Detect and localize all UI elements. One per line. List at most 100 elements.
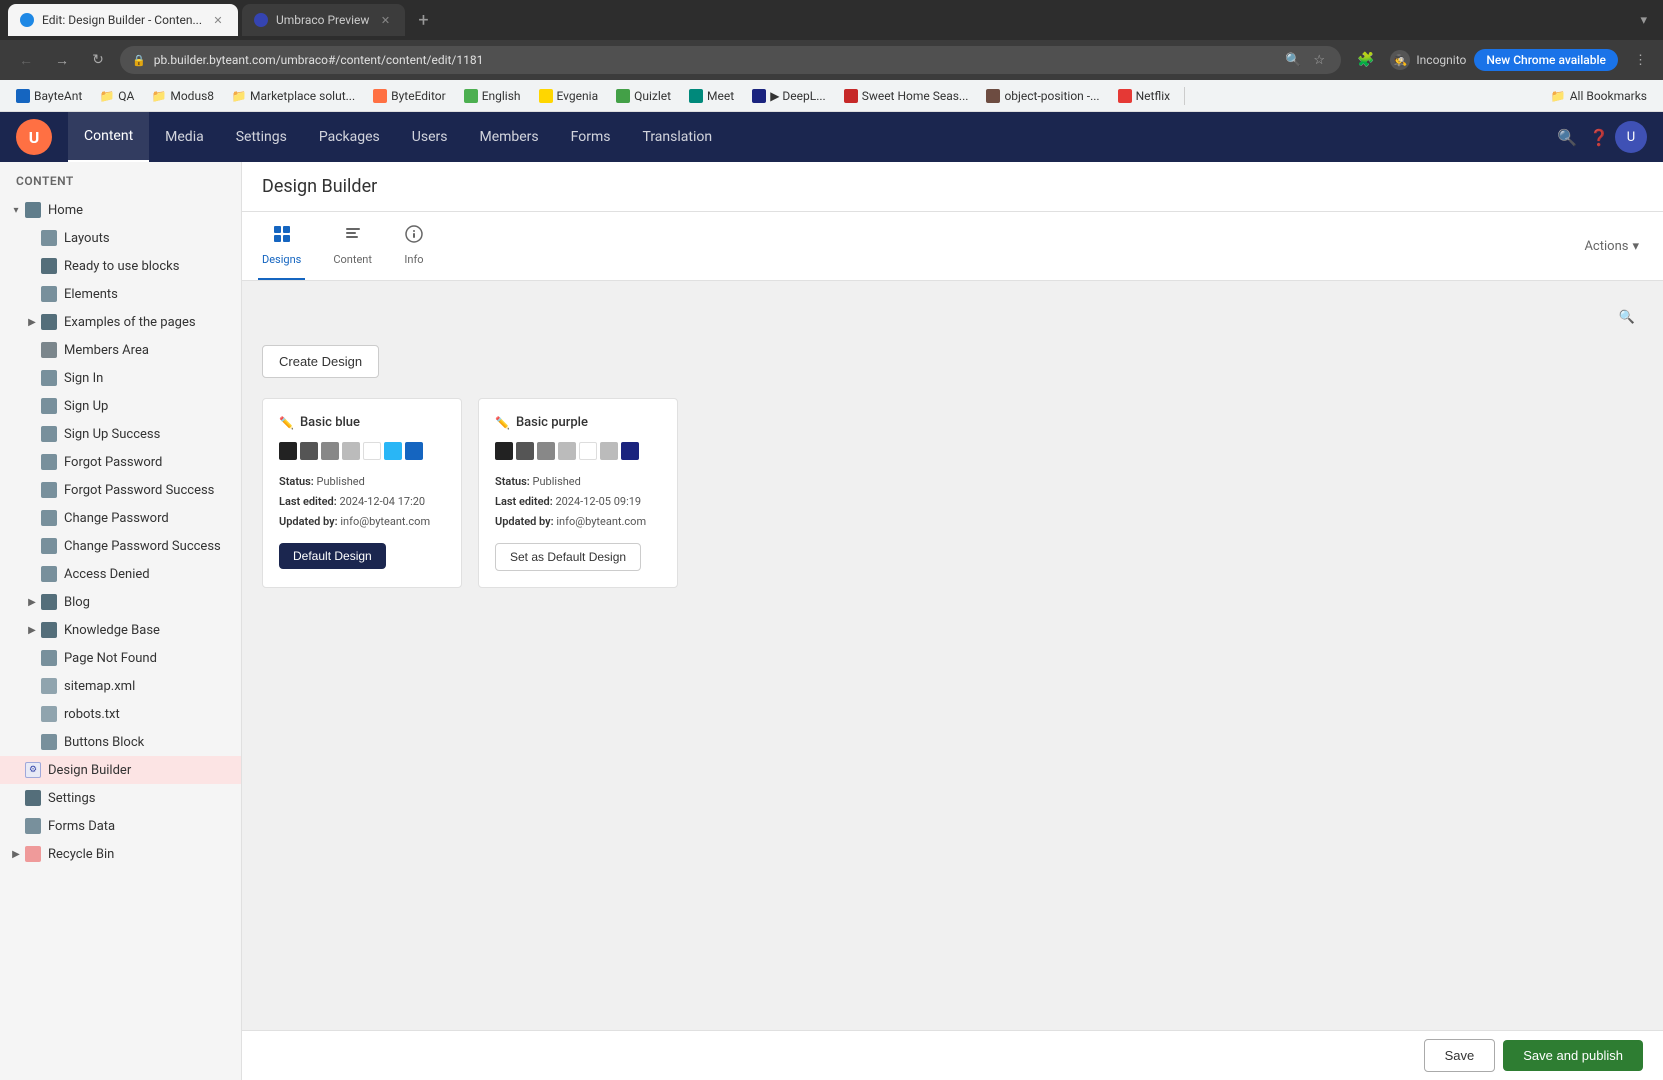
design-cards: ✏️ Basic blue S xyxy=(262,398,1643,588)
sidebar-item-signup[interactable]: Sign Up xyxy=(0,392,241,420)
nav-translation[interactable]: Translation xyxy=(626,112,728,162)
sidebar-item-settings[interactable]: Settings xyxy=(0,784,241,812)
forward-btn[interactable]: → xyxy=(48,46,76,74)
bookmark-label: Marketplace solut... xyxy=(250,89,355,103)
swatch-6 xyxy=(384,442,402,460)
new-tab-btn[interactable]: + xyxy=(409,6,437,34)
save-btn[interactable]: Save xyxy=(1424,1039,1496,1072)
nav-forms[interactable]: Forms xyxy=(555,112,627,162)
nav-media[interactable]: Media xyxy=(149,112,220,162)
refresh-btn[interactable]: ↻ xyxy=(84,46,112,74)
sidebar-label: sitemap.xml xyxy=(64,679,233,694)
bookmark-qa[interactable]: 📁 QA xyxy=(92,85,142,107)
tab-design-builder[interactable]: Edit: Design Builder - Conten... ✕ xyxy=(8,4,238,36)
bookmark-netflix[interactable]: Netflix xyxy=(1110,85,1179,107)
toggle-icon[interactable]: ▾ xyxy=(8,202,24,218)
bookmark-meet[interactable]: Meet xyxy=(681,85,742,107)
nav-content[interactable]: Content xyxy=(68,112,149,162)
new-chrome-btn[interactable]: New Chrome available xyxy=(1474,49,1618,71)
actions-btn[interactable]: Actions ▾ xyxy=(1576,235,1647,258)
bookmark-evgenia[interactable]: Evgenia xyxy=(531,85,607,107)
content-search-btn[interactable]: 🔍 xyxy=(1611,301,1643,333)
tab-close-btn[interactable]: ✕ xyxy=(210,12,226,28)
default-design-btn[interactable]: Default Design xyxy=(279,543,386,569)
sidebar-item-sitemap[interactable]: sitemap.xml xyxy=(0,672,241,700)
tab-designs[interactable]: Designs xyxy=(258,212,305,280)
sidebar-item-elements[interactable]: Elements xyxy=(0,280,241,308)
toggle-spacer xyxy=(24,734,40,750)
sidebar-item-home[interactable]: ▾ Home xyxy=(0,196,241,224)
search-icon[interactable]: 🔍 xyxy=(1551,121,1583,153)
sidebar-item-knowledge-base[interactable]: ▶ Knowledge Base xyxy=(0,616,241,644)
bookmark-label: ▶ DeepL... xyxy=(770,89,826,103)
sidebar-item-recycle-bin[interactable]: ▶ Recycle Bin xyxy=(0,840,241,868)
recycle-bin-icon xyxy=(24,845,42,863)
tab-content[interactable]: Content xyxy=(329,212,376,280)
nav-packages[interactable]: Packages xyxy=(303,112,396,162)
bookmark-bayteant[interactable]: BayteAnt xyxy=(8,85,90,107)
help-icon[interactable]: ❓ xyxy=(1583,121,1615,153)
sidebar-item-signup-success[interactable]: Sign Up Success xyxy=(0,420,241,448)
tab-info[interactable]: Info xyxy=(400,212,428,280)
sidebar-item-buttons-block[interactable]: Buttons Block xyxy=(0,728,241,756)
tab-dropdown-btn[interactable]: ▾ xyxy=(1632,9,1655,32)
sidebar-item-forms-data[interactable]: Forms Data xyxy=(0,812,241,840)
bookmark-object-position[interactable]: object-position -... xyxy=(978,85,1107,107)
create-design-btn[interactable]: Create Design xyxy=(262,345,379,378)
bookmark-deepl[interactable]: ▶ DeepL... xyxy=(744,85,834,107)
nav-users[interactable]: Users xyxy=(396,112,464,162)
set-default-design-btn[interactable]: Set as Default Design xyxy=(495,543,641,571)
tab-close-preview-btn[interactable]: ✕ xyxy=(377,12,393,28)
bookmark-marketplace[interactable]: 📁 Marketplace solut... xyxy=(224,85,363,107)
sidebar-item-blog[interactable]: ▶ Blog xyxy=(0,588,241,616)
toggle-icon[interactable]: ▶ xyxy=(24,314,40,330)
change-pw-success-icon xyxy=(40,537,58,555)
umbraco-logo[interactable]: U xyxy=(16,119,52,155)
bookmark-english[interactable]: English xyxy=(456,85,529,107)
sidebar-item-members-area[interactable]: Members Area xyxy=(0,336,241,364)
sidebar-item-examples[interactable]: ▶ Examples of the pages xyxy=(0,308,241,336)
design-card-title: ✏️ Basic blue xyxy=(279,415,445,430)
bookmark-favicon xyxy=(986,89,1000,103)
address-bar-row: ← → ↻ 🔒 pb.builder.byteant.com/umbraco#/… xyxy=(0,40,1663,80)
toggle-icon[interactable]: ▶ xyxy=(24,622,40,638)
more-options-icon[interactable]: ⋮ xyxy=(1630,51,1651,70)
sidebar-item-robots[interactable]: robots.txt xyxy=(0,700,241,728)
user-avatar[interactable]: U xyxy=(1615,121,1647,153)
sidebar-item-blocks[interactable]: Ready to use blocks xyxy=(0,252,241,280)
all-bookmarks-btn[interactable]: 📁 All Bookmarks xyxy=(1543,85,1655,107)
sidebar-item-access-denied[interactable]: Access Denied xyxy=(0,560,241,588)
swatch-5 xyxy=(363,442,381,460)
sidebar-item-forgot-password-success[interactable]: Forgot Password Success xyxy=(0,476,241,504)
address-bar[interactable]: 🔒 pb.builder.byteant.com/umbraco#/conten… xyxy=(120,46,1341,74)
tab-umbraco-preview[interactable]: Umbraco Preview ✕ xyxy=(242,4,405,36)
sidebar-item-signin[interactable]: Sign In xyxy=(0,364,241,392)
toggle-icon[interactable]: ▶ xyxy=(24,594,40,610)
sidebar-label: Change Password xyxy=(64,511,233,526)
nav-settings[interactable]: Settings xyxy=(220,112,303,162)
edit-icon: ✏️ xyxy=(279,416,294,430)
back-btn[interactable]: ← xyxy=(12,46,40,74)
bookmark-sweethome[interactable]: Sweet Home Seas... xyxy=(836,85,977,107)
bookmark-byteeditor[interactable]: ByteEditor xyxy=(365,85,454,107)
star-icon[interactable]: ☆ xyxy=(1309,51,1329,70)
examples-icon xyxy=(40,313,58,331)
sidebar-item-change-password[interactable]: Change Password xyxy=(0,504,241,532)
sidebar-item-layouts[interactable]: Layouts xyxy=(0,224,241,252)
lock-icon: 🔒 xyxy=(132,54,146,67)
nav-members[interactable]: Members xyxy=(463,112,554,162)
extensions-icon[interactable]: 🧩 xyxy=(1353,50,1378,70)
sidebar-item-page-not-found[interactable]: Page Not Found xyxy=(0,644,241,672)
search-icon[interactable]: 🔍 xyxy=(1281,51,1305,70)
bookmark-label: Meet xyxy=(707,89,734,103)
sidebar-item-design-builder[interactable]: ⚙ Design Builder xyxy=(0,756,241,784)
save-publish-btn[interactable]: Save and publish xyxy=(1503,1040,1643,1071)
toggle-icon[interactable]: ▶ xyxy=(8,846,24,862)
bookmark-modus8[interactable]: 📁 Modus8 xyxy=(144,85,222,107)
sidebar-item-forgot-password[interactable]: Forgot Password xyxy=(0,448,241,476)
design-card-basic-blue: ✏️ Basic blue S xyxy=(262,398,462,588)
bookmark-quizlet[interactable]: Quizlet xyxy=(608,85,679,107)
sidebar-item-change-password-success[interactable]: Change Password Success xyxy=(0,532,241,560)
tab-label-preview: Umbraco Preview xyxy=(276,13,369,27)
bookmark-favicon xyxy=(844,89,858,103)
